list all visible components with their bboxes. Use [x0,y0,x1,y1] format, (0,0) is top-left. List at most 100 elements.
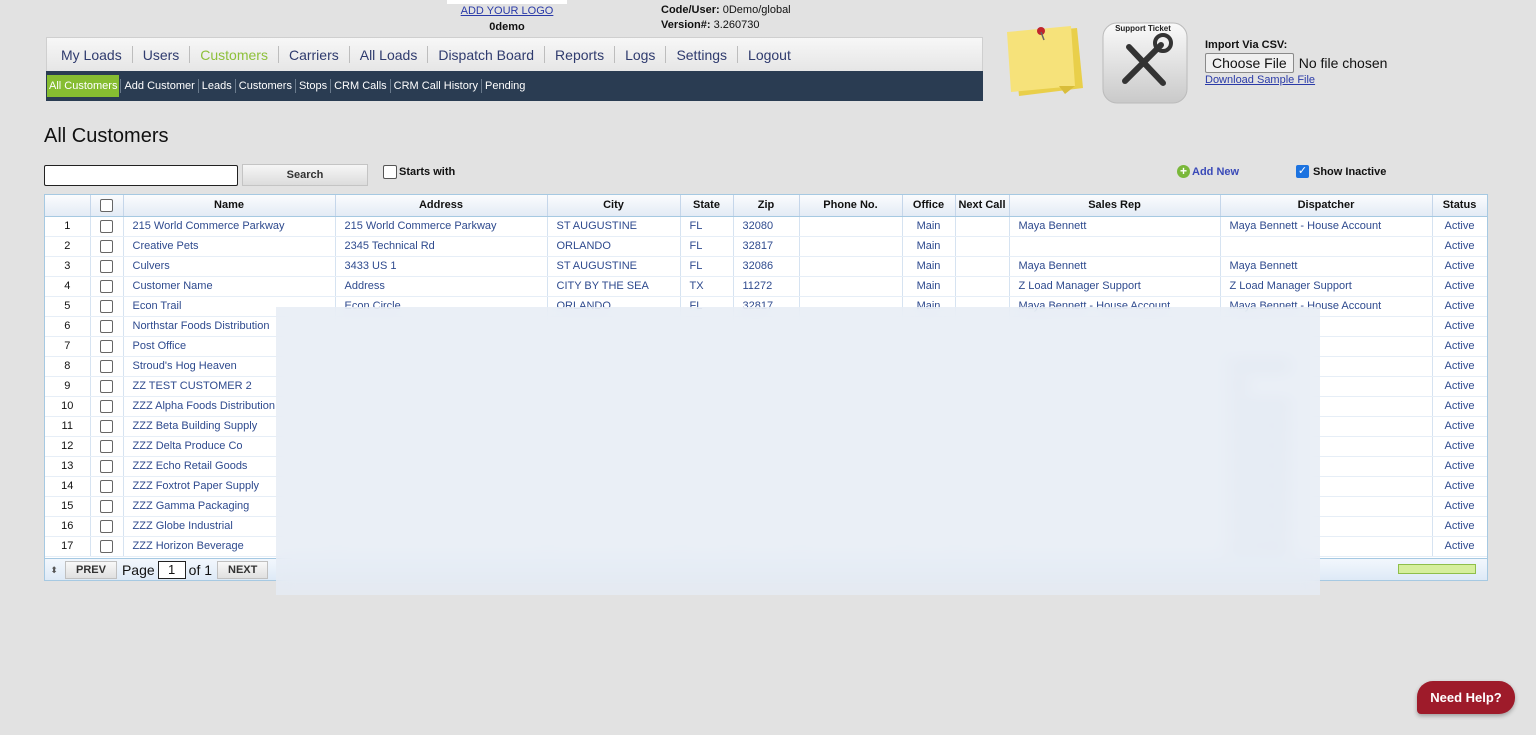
download-sample-link[interactable]: Download Sample File [1205,74,1387,86]
row-checkbox[interactable] [100,219,113,233]
cell-status: Active [1432,356,1487,377]
column-header-address[interactable]: Address [335,195,548,217]
need-help-button[interactable]: Need Help? [1417,681,1515,714]
column-header-phone-no[interactable]: Phone No. [799,195,903,217]
page-input[interactable]: 1 [157,561,186,579]
row-checkbox[interactable] [100,359,113,373]
prev-button[interactable]: PREV [65,561,117,579]
next-button[interactable]: NEXT [217,561,269,579]
nav-item-carriers[interactable]: Carriers [279,47,349,63]
cell-address: 2345 Technical Rd [335,236,548,257]
column-header-zip[interactable]: Zip [733,195,800,217]
table-row[interactable]: 4 Customer Name Address CITY BY THE SEA TX 11… [45,276,1487,297]
table-row[interactable]: 3 Culvers 3433 US 1 ST AUGUSTINE FL 32086 Main… [45,256,1487,277]
nav-item-users[interactable]: Users [133,47,190,63]
subnav-separator [330,79,332,93]
table-row[interactable]: 2 Creative Pets 2345 Technical Rd ORLANDO FL… [45,236,1487,257]
cell-name[interactable]: Customer Name [123,276,336,297]
file-row: Choose File No file chosen [1205,53,1387,73]
cell-status: Active [1432,256,1487,277]
row-checkbox[interactable] [100,279,113,293]
add-new-button[interactable]: + Add New [1177,165,1239,178]
column-header-office[interactable]: Office [902,195,956,217]
row-select-cell [90,376,124,397]
row-checkbox[interactable] [100,319,113,333]
cell-sales-rep: Maya Bennett [1009,256,1221,277]
cell-zip: 32817 [733,236,800,257]
nav-item-dispatch-board[interactable]: Dispatch Board [428,47,544,63]
row-number: 4 [45,276,91,297]
starts-with-checkbox[interactable] [383,165,397,179]
subnav-item-crm-calls[interactable]: CRM Calls [332,75,389,97]
column-header-sales-rep[interactable]: Sales Rep [1009,195,1221,217]
cell-dispatcher: Z Load Manager Support [1220,276,1433,297]
row-checkbox[interactable] [100,419,113,433]
row-checkbox[interactable] [100,259,113,273]
column-header-dispatcher[interactable]: Dispatcher [1220,195,1433,217]
row-checkbox[interactable] [100,539,113,553]
column-header-city[interactable]: City [547,195,681,217]
row-number-header [45,195,91,217]
row-checkbox[interactable] [100,399,113,413]
starts-with-option[interactable]: Starts with [383,165,455,179]
support-ticket-button[interactable]: Support Ticket [1101,21,1193,105]
cell-name[interactable]: Creative Pets [123,236,336,257]
choose-file-button[interactable]: Choose File [1205,53,1294,73]
row-number: 5 [45,296,91,317]
row-checkbox[interactable] [100,299,113,313]
row-number: 14 [45,476,91,497]
column-header-state[interactable]: State [680,195,734,217]
row-number: 10 [45,396,91,417]
cell-city: ST AUGUSTINE [547,256,681,277]
column-header-name[interactable]: Name [123,195,336,217]
nav-item-all-loads[interactable]: All Loads [350,47,428,63]
subnav-item-leads[interactable]: Leads [200,75,234,97]
subnav-item-add-customer[interactable]: Add Customer [122,75,196,97]
row-select-cell [90,436,124,457]
nav-item-my-loads[interactable]: My Loads [51,47,132,63]
subnav-item-stops[interactable]: Stops [297,75,329,97]
table-row[interactable]: 1 215 World Commerce Parkway 215 World Com… [45,216,1487,237]
column-header-status[interactable]: Status [1432,195,1487,217]
cell-status: Active [1432,516,1487,537]
row-checkbox[interactable] [100,439,113,453]
row-checkbox[interactable] [100,499,113,513]
nav-item-reports[interactable]: Reports [545,47,614,63]
row-select-cell [90,456,124,477]
company-name: 0demo [489,21,525,33]
row-checkbox[interactable] [100,479,113,493]
show-inactive-checkbox[interactable]: ✓ [1296,165,1309,178]
row-checkbox[interactable] [100,519,113,533]
row-number: 3 [45,256,91,277]
add-logo-link[interactable]: ADD YOUR LOGO [447,5,567,17]
nav-item-logs[interactable]: Logs [615,47,665,63]
sticky-note-icon[interactable] [1003,22,1087,104]
sub-nav: All Customers Add Customer Leads Customers S… [46,71,983,101]
search-input[interactable] [44,165,238,186]
add-new-label: Add New [1192,165,1240,178]
page-title: All Customers [44,125,169,147]
subnav-item-customers[interactable]: Customers [237,75,294,97]
row-checkbox[interactable] [100,379,113,393]
cell-status: Active [1432,296,1487,317]
subnav-item-all-customers[interactable]: All Customers [47,75,120,97]
row-checkbox[interactable] [100,239,113,253]
column-header-next-call[interactable]: Next Call [955,195,1010,217]
select-all-checkbox[interactable] [100,198,113,212]
cell-status: Active [1432,416,1487,437]
nav-item-logout[interactable]: Logout [738,47,801,63]
row-checkbox[interactable] [100,339,113,353]
show-inactive-option[interactable]: ✓ Show Inactive [1296,165,1386,178]
nav-item-customers[interactable]: Customers [190,47,278,63]
cell-zip: 32080 [733,216,800,237]
sort-icon[interactable]: ⬍ [45,565,63,576]
cell-name[interactable]: Culvers [123,256,336,277]
cell-name[interactable]: 215 World Commerce Parkway [123,216,336,237]
cell-dispatcher: Maya Bennett [1220,256,1433,277]
row-checkbox[interactable] [100,459,113,473]
nav-item-settings[interactable]: Settings [666,47,737,63]
no-file-text: No file chosen [1298,55,1388,71]
subnav-item-pending[interactable]: Pending [483,75,527,97]
search-button[interactable]: Search [242,164,368,186]
subnav-item-crm-call-history[interactable]: CRM Call History [392,75,480,97]
